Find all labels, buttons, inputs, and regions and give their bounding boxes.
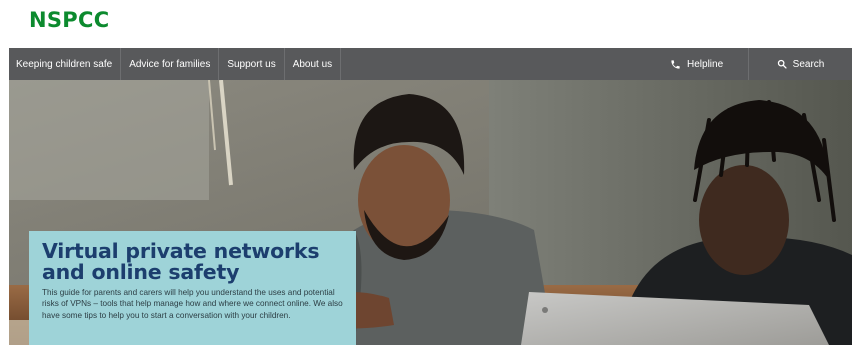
helpline-label: Helpline — [687, 58, 724, 70]
nav-item-keeping-children-safe[interactable]: Keeping children safe — [9, 48, 122, 80]
helpline-link[interactable]: Helpline — [670, 48, 748, 80]
nav-item-about-us[interactable]: About us — [285, 48, 342, 80]
hero-description: This guide for parents and carers will h… — [42, 288, 343, 320]
search-button[interactable]: Search — [748, 48, 852, 80]
main-navigation: Keeping children safe Advice for familie… — [9, 48, 852, 80]
phone-icon — [671, 59, 680, 69]
site-header: NSPCC — [0, 0, 859, 48]
hero-text-panel: Virtual private networks and online safe… — [29, 231, 356, 345]
hero-banner: Virtual private networks and online safe… — [9, 80, 852, 345]
search-label: Search — [792, 58, 825, 70]
nav-item-advice-for-families[interactable]: Advice for families — [121, 48, 220, 80]
hero-title: Virtual private networks and online safe… — [42, 239, 320, 284]
search-icon — [777, 59, 787, 69]
nspcc-logo[interactable]: NSPCC — [29, 8, 109, 32]
nav-item-support-us[interactable]: Support us — [219, 48, 285, 80]
